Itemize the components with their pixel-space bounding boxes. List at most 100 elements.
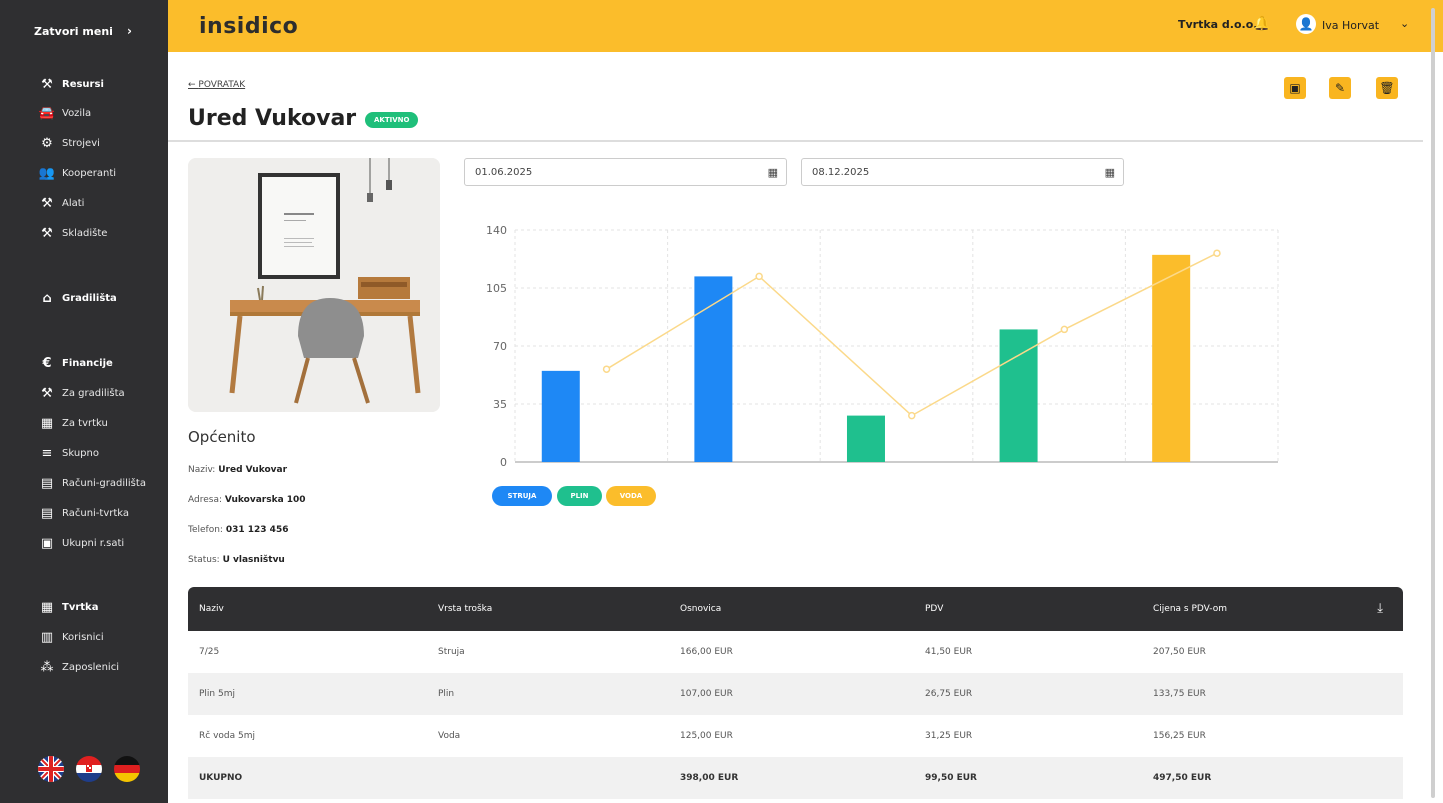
calendar-icon[interactable]: ▦ bbox=[768, 166, 778, 179]
col-header-name[interactable]: Naziv bbox=[199, 604, 224, 614]
sidebar-item-total-hours[interactable]: ▣ Ukupni r.sati bbox=[38, 534, 124, 552]
sidebar-label: Vozila bbox=[62, 107, 92, 119]
germany-flag-icon[interactable] bbox=[114, 756, 140, 782]
sidebar-section-company[interactable]: ▦ Tvrtka bbox=[38, 598, 99, 616]
sidebar-section-finance[interactable]: € Financije bbox=[38, 354, 113, 372]
back-label: POVRATAK bbox=[198, 80, 246, 90]
calendar-icon[interactable]: ▦ bbox=[1105, 166, 1115, 179]
trend-point bbox=[1213, 249, 1221, 257]
legend-struja[interactable]: STRUJA bbox=[492, 486, 552, 506]
location-photo bbox=[188, 158, 440, 412]
col-header-type[interactable]: Vrsta troška bbox=[438, 604, 492, 614]
pencil-icon: ✎ bbox=[1334, 81, 1346, 95]
bar-voda bbox=[1152, 254, 1191, 462]
sidebar-label: Računi-gradilišta bbox=[62, 477, 146, 489]
sidebar-item-finance-total[interactable]: ≡ Skupno bbox=[38, 444, 99, 462]
chevron-right-icon: › bbox=[126, 24, 132, 38]
table-cell: 398,00 EUR bbox=[680, 773, 739, 783]
expenses-table: Naziv Vrsta troška Osnovica PDV Cijena s… bbox=[188, 587, 1403, 799]
sidebar-item-invoices-company[interactable]: ▤ Računi-tvrtka bbox=[38, 504, 129, 522]
table-cell: 26,75 EUR bbox=[925, 689, 973, 699]
sidebar-label: Ukupni r.sati bbox=[62, 537, 125, 549]
sidebar-label: Korisnici bbox=[62, 631, 104, 643]
app-logo[interactable]: insidico bbox=[199, 14, 298, 39]
info-value: U vlasništvu bbox=[222, 555, 285, 565]
sidebar-label: Zaposlenici bbox=[62, 661, 119, 673]
col-header-base[interactable]: Osnovica bbox=[680, 604, 721, 614]
download-icon[interactable]: ⤓ bbox=[1377, 601, 1383, 616]
sidebar-section-resources[interactable]: ⚒ Resursi bbox=[38, 75, 104, 93]
croatia-flag-icon[interactable] bbox=[76, 756, 102, 782]
tools-icon: ⚒ bbox=[41, 195, 53, 211]
bar-plin bbox=[999, 329, 1038, 462]
col-header-vat[interactable]: PDV bbox=[925, 604, 943, 614]
language-switcher bbox=[38, 756, 140, 782]
header-divider bbox=[168, 140, 1423, 142]
building-icon: ▦ bbox=[40, 415, 54, 431]
info-label: Adresa: bbox=[188, 495, 222, 505]
expense-chart: 140 105 70 35 0 bbox=[486, 224, 1279, 469]
archive-button[interactable]: ▣ bbox=[1284, 77, 1306, 99]
date-to-input[interactable]: 08.12.2025 ▦ bbox=[801, 158, 1124, 186]
sidebar-item-finance-sites[interactable]: ⚒ Za gradilišta bbox=[38, 384, 125, 402]
people-icon: 👥 bbox=[38, 165, 56, 181]
trash-icon: 🗑 bbox=[1379, 81, 1395, 95]
info-status: Status: U vlasništvu bbox=[188, 555, 285, 565]
info-label: Status: bbox=[188, 555, 220, 565]
bar-plin bbox=[846, 415, 885, 462]
table-cell: 133,75 EUR bbox=[1153, 689, 1206, 699]
table-cell: 497,50 EUR bbox=[1153, 773, 1212, 783]
sidebar-item-employees[interactable]: ⁂ Zaposlenici bbox=[38, 658, 119, 676]
table-cell: 99,50 EUR bbox=[925, 773, 977, 783]
table-cell: Rč voda 5mj bbox=[199, 731, 255, 741]
chevron-down-icon[interactable]: ⌄ bbox=[1400, 17, 1409, 30]
sidebar-label: Strojevi bbox=[62, 137, 100, 149]
table-cell: Plin 5mj bbox=[199, 689, 235, 699]
sidebar-item-tools[interactable]: ⚒ Alati bbox=[38, 194, 84, 212]
table-row[interactable]: Rč voda 5mj Voda 125,00 EUR 31,25 EUR 15… bbox=[188, 715, 1403, 757]
company-name[interactable]: Tvrtka d.o.o. bbox=[1178, 18, 1257, 31]
info-value: Ured Vukovar bbox=[218, 465, 288, 475]
sidebar-label: Za gradilišta bbox=[62, 387, 125, 399]
legend-voda[interactable]: VODA bbox=[606, 486, 656, 506]
trend-point bbox=[602, 365, 611, 373]
general-section-title: Općenito bbox=[188, 428, 256, 446]
close-menu-button[interactable]: Zatvori meni › bbox=[0, 0, 168, 62]
delete-button[interactable]: 🗑 bbox=[1376, 77, 1398, 99]
table-row[interactable]: 7/25 Struja 166,00 EUR 41,50 EUR 207,50 … bbox=[188, 631, 1403, 673]
date-from-input[interactable]: 01.06.2025 ▦ bbox=[464, 158, 787, 186]
sidebar-item-finance-company[interactable]: ▦ Za tvrtku bbox=[38, 414, 108, 432]
sidebar-item-machines[interactable]: ⚙ Strojevi bbox=[38, 134, 100, 152]
sidebar-item-invoices-sites[interactable]: ▤ Računi-gradilišta bbox=[38, 474, 146, 492]
col-header-total[interactable]: Cijena s PDV-om bbox=[1153, 604, 1227, 614]
euro-icon: € bbox=[42, 355, 52, 371]
machine-icon: ⚙ bbox=[41, 135, 53, 151]
back-link[interactable]: ← POVRATAK bbox=[188, 80, 245, 90]
user-name[interactable]: Iva Horvat bbox=[1322, 19, 1379, 32]
sidebar-item-users[interactable]: ▥ Korisnici bbox=[38, 628, 104, 646]
id-card-icon: ▥ bbox=[40, 629, 54, 645]
team-icon: ⁂ bbox=[40, 659, 54, 675]
table-cell: Plin bbox=[438, 689, 455, 699]
sidebar-label: Gradilišta bbox=[62, 292, 117, 304]
page-scrollbar[interactable] bbox=[1431, 8, 1435, 798]
user-avatar-icon[interactable]: 👤 bbox=[1296, 14, 1316, 34]
y-tick-label: 140 bbox=[486, 224, 507, 237]
table-cell: 107,00 EUR bbox=[680, 689, 733, 699]
legend-plin[interactable]: PLIN bbox=[557, 486, 602, 506]
table-cell: 41,50 EUR bbox=[925, 647, 973, 657]
edit-button[interactable]: ✎ bbox=[1329, 77, 1351, 99]
sidebar-item-vehicles[interactable]: 🚘 Vozila bbox=[38, 104, 91, 122]
sidebar-label: Financije bbox=[62, 357, 113, 369]
archive-icon: ▣ bbox=[1289, 81, 1301, 95]
table-row[interactable]: Plin 5mj Plin 107,00 EUR 26,75 EUR 133,7… bbox=[188, 673, 1403, 715]
sidebar-item-cooperants[interactable]: 👥 Kooperanti bbox=[38, 164, 116, 182]
uk-flag-icon[interactable] bbox=[38, 756, 64, 782]
sidebar: Zatvori meni › ⚒ Resursi 🚘 Vozila ⚙ Strojev… bbox=[0, 0, 168, 803]
sidebar-section-sites[interactable]: ⌂ Gradilišta bbox=[38, 289, 117, 307]
table-cell: Voda bbox=[438, 731, 461, 741]
home-icon: ⌂ bbox=[42, 290, 52, 306]
sidebar-item-warehouse[interactable]: ⚒ Skladište bbox=[38, 224, 107, 242]
bell-icon[interactable]: 🔔 bbox=[1253, 16, 1270, 32]
tools-icon: ⚒ bbox=[41, 76, 53, 92]
